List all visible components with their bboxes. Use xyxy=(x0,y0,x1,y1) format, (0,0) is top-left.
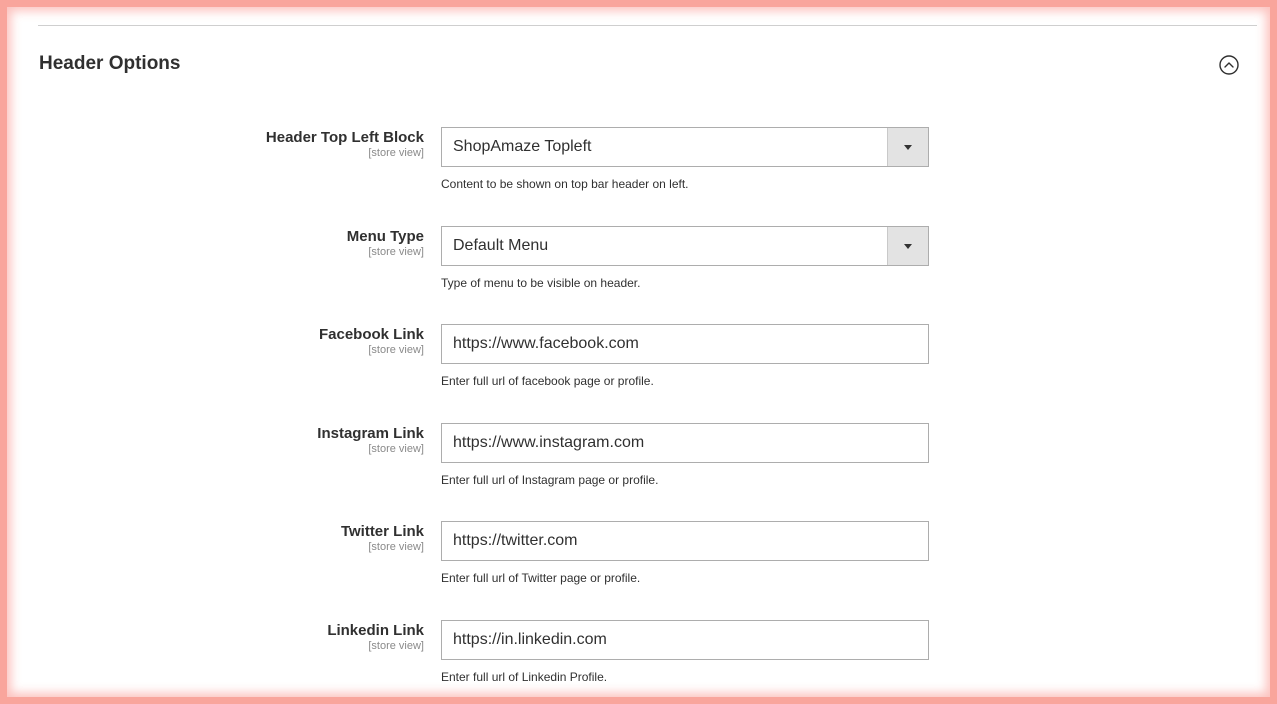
field-label-group: Facebook Link [store view] xyxy=(319,326,424,357)
input-value: https://www.facebook.com xyxy=(453,335,639,352)
section-divider xyxy=(38,25,1257,26)
field-label-group: Menu Type [store view] xyxy=(347,228,424,259)
field-label: Linkedin Link xyxy=(327,622,424,639)
scope-label: [store view] xyxy=(368,541,424,553)
dropdown-toggle[interactable] xyxy=(887,128,928,166)
field-label: Menu Type xyxy=(346,228,424,245)
scope-label: [store view] xyxy=(368,147,424,159)
field-note: Enter full url of Instagram page or prof… xyxy=(441,473,659,487)
instagram-link-input[interactable]: https://www.instagram.com xyxy=(441,423,929,463)
field-note: Enter full url of Linkedin Profile. xyxy=(441,670,608,684)
field-row-menu-type: Menu Type [store view] Default Menu Type… xyxy=(0,226,1277,306)
facebook-link-input[interactable]: https://www.facebook.com xyxy=(441,324,929,364)
field-row-linkedin-link: Linkedin Link [store view] https://in.li… xyxy=(0,620,1277,700)
scope-label: [store view] xyxy=(368,344,424,356)
scope-label: [store view] xyxy=(368,246,424,258)
field-row-facebook-link: Facebook Link [store view] https://www.f… xyxy=(0,324,1277,404)
field-label-group: Twitter Link [store view] xyxy=(341,523,424,554)
twitter-link-input[interactable]: https://twitter.com xyxy=(441,521,929,561)
field-label-group: Header Top Left Block [store view] xyxy=(266,129,424,160)
caret-down-icon xyxy=(904,244,912,249)
linkedin-link-input[interactable]: https://in.linkedin.com xyxy=(441,620,929,660)
field-label: Instagram Link xyxy=(317,425,424,442)
caret-down-icon xyxy=(904,145,912,150)
collapse-section-button[interactable] xyxy=(1218,54,1240,76)
field-label: Facebook Link xyxy=(318,326,424,343)
scope-label: [store view] xyxy=(368,640,424,652)
header-top-left-block-select[interactable]: ShopAmaze Topleft xyxy=(441,127,929,167)
input-value: https://twitter.com xyxy=(453,532,578,549)
section-title[interactable]: Header Options xyxy=(39,52,180,76)
input-value: https://www.instagram.com xyxy=(453,434,645,451)
select-value: Default Menu xyxy=(453,237,549,254)
field-label-group: Linkedin Link [store view] xyxy=(327,622,424,653)
field-label: Twitter Link xyxy=(340,523,424,540)
scope-label: [store view] xyxy=(368,443,424,455)
field-note: Content to be shown on top bar header on… xyxy=(441,177,689,191)
field-label: Header Top Left Block xyxy=(265,129,424,146)
field-row-header-top-left-block: Header Top Left Block [store view] ShopA… xyxy=(0,127,1277,207)
dropdown-toggle[interactable] xyxy=(887,227,928,265)
select-value: ShopAmaze Topleft xyxy=(453,138,592,155)
field-note: Type of menu to be visible on header. xyxy=(441,276,641,290)
field-note: Enter full url of Twitter page or profil… xyxy=(441,571,641,585)
field-label-group: Instagram Link [store view] xyxy=(317,425,424,456)
field-note: Enter full url of facebook page or profi… xyxy=(441,374,654,388)
field-row-instagram-link: Instagram Link [store view] https://www.… xyxy=(0,423,1277,503)
input-value: https://in.linkedin.com xyxy=(453,631,607,648)
chevron-up-circle-icon xyxy=(1219,55,1239,75)
menu-type-select[interactable]: Default Menu xyxy=(441,226,929,266)
field-row-twitter-link: Twitter Link [store view] https://twitte… xyxy=(0,521,1277,601)
